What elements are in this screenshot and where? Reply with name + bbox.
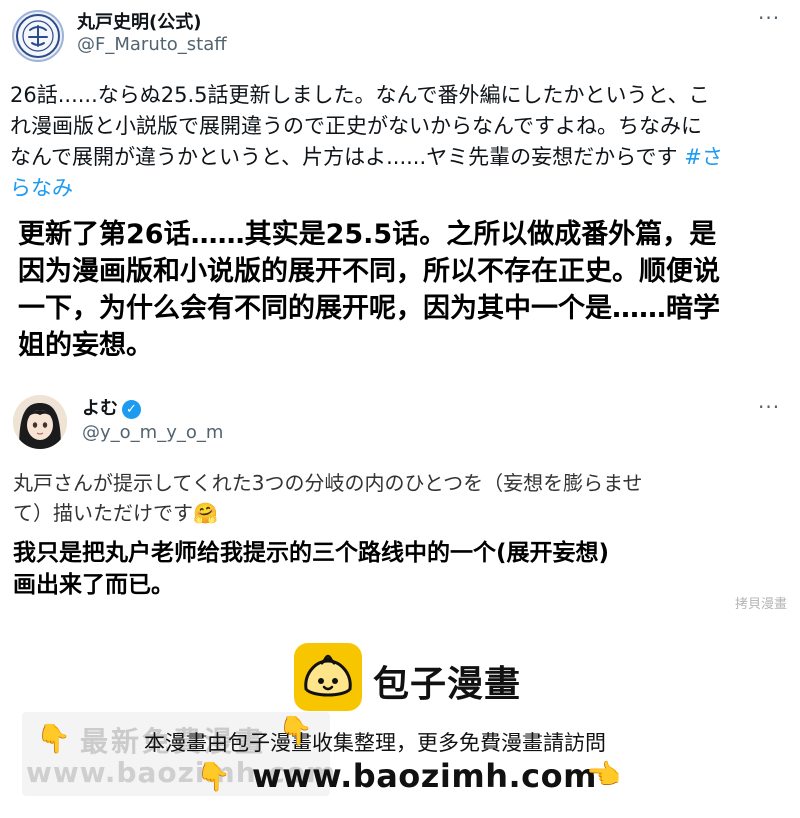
author-handle[interactable]: @F_Maruto_staff	[77, 34, 227, 55]
hand-pointing-down-icon: 👇	[196, 760, 231, 793]
tweet-line: 26話......ならぬ25.5話更新しました。なんで番外編にしたかというと、こ	[10, 83, 710, 107]
translation-line: 姐的妄想。	[18, 330, 153, 361]
avatar[interactable]	[13, 395, 67, 449]
tweet-line-with-hashtag: なんで展開が違うかというと、片方はよ......ヤミ先輩の妄想だからです #さ	[10, 142, 795, 173]
avatar[interactable]	[12, 10, 64, 62]
tweet-body: 丸戸さんが提示してくれた3つの分岐の内のひとつを（妄想を膨らませ て）描いただけ…	[13, 468, 793, 528]
hand-pointing-left-icon: 👈	[586, 758, 621, 791]
verified-badge-icon: ✓	[122, 400, 141, 419]
hand-pointing-down-icon: 👇	[278, 714, 313, 747]
tweet-line: 丸戸さんが提示してくれた3つの分岐の内のひとつを（妄想を膨らませ	[13, 471, 643, 495]
more-options-button[interactable]: ···	[758, 6, 780, 30]
tweet-line: て）描いただけです	[13, 501, 193, 525]
hashtag-link[interactable]: らなみ	[10, 176, 73, 200]
translation-block: 更新了第26话……其实是25.5话。之所以做成番外篇，是 因为漫画版和小说版的展…	[18, 216, 798, 364]
anime-girl-avatar-icon	[13, 395, 67, 449]
tweet-line-with-emoji: て）描いただけです🤗	[13, 498, 793, 528]
hand-pointing-down-icon: 👇	[36, 722, 71, 755]
author-name[interactable]: よむ	[82, 398, 118, 419]
site-url-link[interactable]: www.baozimh.com	[252, 757, 597, 795]
translation-line: 画出来了而已。	[13, 572, 174, 598]
translation-line: 我只是把丸户老师给我提示的三个路线中的一个(展开妄想)	[13, 540, 610, 566]
translation-line: 因为漫画版和小说版的展开不同，所以不存在正史。顺便说	[18, 256, 720, 287]
notice-text: 本漫畫由包子漫畫收集整理，更多免費漫畫請訪問	[144, 731, 606, 755]
hashtag-link[interactable]: #さ	[684, 145, 723, 169]
tweet-body: 26話......ならぬ25.5話更新しました。なんで番外編にしたかというと、こ…	[10, 80, 795, 204]
translation-line: 更新了第26话……其实是25.5话。之所以做成番外篇，是	[18, 219, 717, 250]
translation-line: 一下，为什么会有不同的展开呢，因为其中一个是……暗学	[18, 293, 720, 324]
author-name-row: よむ ✓	[82, 394, 141, 420]
baozi-logo-icon	[294, 643, 362, 711]
translation-block: 我只是把丸户老师给我提示的三个路线中的一个(展开妄想) 画出来了而已。	[13, 537, 793, 601]
author-name[interactable]: 丸戸史明(公式)	[77, 8, 201, 34]
author-handle[interactable]: @y_o_m_y_o_m	[82, 422, 223, 443]
more-options-button[interactable]: ···	[758, 395, 780, 419]
brand-name: 包子漫畫	[373, 664, 522, 705]
watermark-text: 拷貝漫畫	[735, 597, 788, 612]
hugging-face-emoji: 🤗	[193, 501, 218, 525]
tweet-line: なんで展開が違うかというと、片方はよ......ヤミ先輩の妄想だからです	[10, 145, 678, 169]
tweet-line: れ漫画版と小説版で展開違うので正史がないからなんですよね。ちなみに	[10, 114, 702, 138]
seal-logo-icon	[16, 14, 60, 58]
